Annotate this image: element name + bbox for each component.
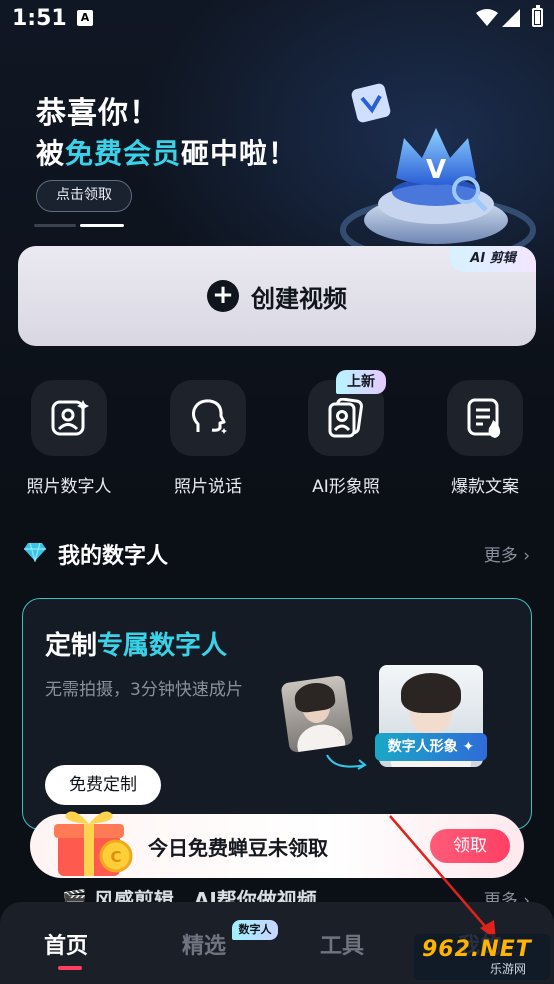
svg-text:C: C	[110, 848, 121, 866]
my-digital-human-header: 我的数字人 更多 ›	[24, 538, 530, 569]
featured-badge: 数字人	[232, 920, 278, 940]
create-video-card[interactable]: + 创建视频 AI 剪辑	[18, 246, 536, 346]
banner-subtitle: 被免费会员砸中啦！	[36, 137, 298, 170]
vip-crown-illustration: V	[340, 83, 536, 263]
feature-icon-box	[31, 380, 107, 456]
feature-viral-copy[interactable]: 爆款文案	[425, 380, 545, 497]
claim-button[interactable]: 点击领取	[36, 180, 132, 212]
feature-label: 照片说话	[174, 477, 242, 497]
photo-portrait-icon	[328, 398, 363, 438]
free-customize-button[interactable]: 免费定制	[45, 765, 161, 805]
status-bar: 1:51 A	[0, 0, 554, 40]
feature-label: AI形象照	[312, 477, 380, 497]
tab-featured[interactable]: 精选	[182, 928, 226, 960]
talking-head-icon	[192, 399, 227, 434]
feature-ai-portrait[interactable]: 上新 AI形象照	[286, 370, 406, 497]
portrait-sparkle-icon	[51, 400, 89, 436]
gift-box-icon: C	[54, 811, 133, 876]
document-fire-icon	[467, 398, 501, 438]
notification-icon: A	[77, 10, 93, 26]
pagination-dot	[34, 224, 76, 227]
feature-icon-box	[170, 380, 246, 456]
site-watermark: 962.NET 乐游网	[414, 934, 550, 980]
tab-tools[interactable]: 工具	[320, 928, 364, 960]
source-photo-image	[280, 674, 354, 754]
feature-shortcuts: 照片数字人 照片说话 上新 AI形象照 爆款文案	[0, 370, 554, 500]
feature-photo-talk[interactable]: 照片说话	[148, 380, 268, 497]
promo-banner[interactable]: 恭喜你！ 被免费会员砸中啦！ 点击领取 V	[0, 40, 554, 263]
plus-icon: +	[207, 280, 239, 312]
wifi-icon	[476, 9, 498, 26]
feature-icon-box	[447, 380, 523, 456]
ai-edit-tag: AI 剪辑	[450, 246, 536, 272]
create-video-label: 创建视频	[251, 284, 347, 313]
card-subtitle: 无需拍摄，3分钟快速成片	[45, 680, 243, 700]
banner-pagination	[34, 224, 124, 228]
watermark-subtitle: 乐游网	[490, 962, 527, 976]
tab-home[interactable]: 首页	[44, 928, 88, 960]
annotation-arrow	[389, 815, 496, 940]
banner-title: 恭喜你！	[36, 96, 160, 131]
feature-icon-box: 上新	[308, 370, 386, 456]
active-tab-indicator	[58, 966, 82, 970]
pagination-dot-active	[80, 224, 124, 227]
new-badge: 上新	[336, 370, 386, 394]
diamond-icon	[24, 542, 46, 562]
free-beans-text: 今日免费蝉豆未领取	[148, 836, 328, 860]
more-link[interactable]: 更多 ›	[484, 541, 530, 566]
feature-label: 照片数字人	[26, 477, 112, 497]
feature-photo-digital-human[interactable]: 照片数字人	[9, 380, 129, 497]
signal-icon	[502, 9, 520, 27]
watermark-logo: 962.NET	[422, 937, 532, 962]
section-title: 我的数字人	[58, 544, 169, 569]
transform-arrow-icon	[326, 754, 367, 770]
battery-icon	[532, 5, 543, 27]
status-time: 1:51	[12, 6, 67, 31]
svg-text:V: V	[426, 155, 446, 185]
digital-human-badge: 数字人形象 ✦	[375, 733, 487, 761]
feature-label: 爆款文案	[451, 477, 519, 497]
custom-digital-human-card[interactable]: 定制专属数字人 无需拍摄，3分钟快速成片 免费定制 数字人形象 ✦	[22, 598, 532, 830]
card-title: 定制专属数字人	[45, 631, 228, 661]
